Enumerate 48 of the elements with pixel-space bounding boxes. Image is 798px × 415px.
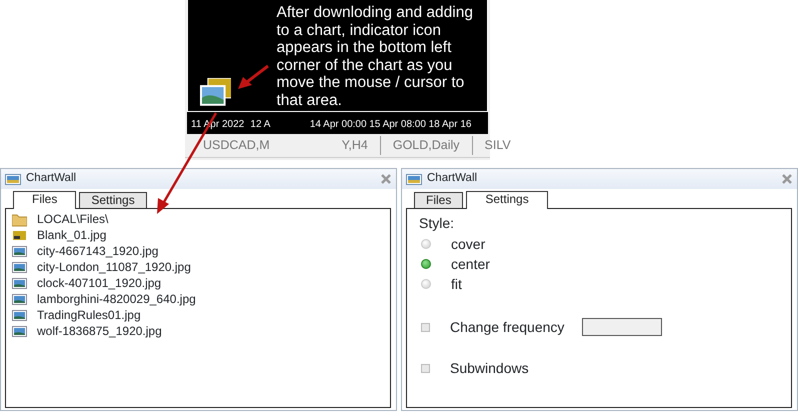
file-name[interactable]: Blank_01.jpg <box>37 226 106 244</box>
window-title: ChartWall <box>427 171 478 186</box>
file-name[interactable]: clock-407101_1920.jpg <box>37 274 162 292</box>
checkbox[interactable] <box>421 322 430 332</box>
symbol-tab[interactable]: GOLD,Daily <box>380 136 460 155</box>
radio-label: cover <box>451 234 486 254</box>
axis-label: 18 Apr 16 <box>428 118 472 132</box>
picture-icon[interactable] <box>200 78 232 106</box>
axis-label: 15 Apr 08:00 <box>369 118 427 132</box>
app-icon <box>5 172 21 186</box>
close-icon[interactable] <box>781 173 793 185</box>
arrow <box>238 64 269 89</box>
radio-button[interactable] <box>421 259 431 269</box>
symbol-tab[interactable]: SILV <box>472 136 511 155</box>
symbol-tab[interactable]: USDCAD,M <box>203 136 270 155</box>
file-name[interactable]: city-4667143_1920.jpg <box>37 242 158 260</box>
checkbox[interactable] <box>421 364 430 372</box>
image-icon <box>12 260 27 274</box>
file-name[interactable]: TradingRules01.jpg <box>37 306 141 324</box>
tab[interactable]: Settings <box>466 191 548 209</box>
image-icon <box>12 276 27 290</box>
symbol-tab[interactable]: Y,H4 <box>342 136 368 155</box>
annotation-text: After downloding and adding to a chart, indicator icon appears in the bottom left corner of the chart as you move the mouse / cursor to that area. <box>276 4 474 110</box>
file-name[interactable]: city-London_11087_1920.jpg <box>37 258 191 276</box>
image-icon <box>12 308 27 322</box>
folder-icon <box>12 212 27 226</box>
close-icon[interactable] <box>380 173 392 185</box>
checkbox-label: Subwindows <box>450 358 529 378</box>
window-title: ChartWall <box>26 171 78 186</box>
style-label: Style: <box>419 214 456 233</box>
app-icon <box>406 172 422 186</box>
image-icon <box>12 244 27 258</box>
tab[interactable]: Files <box>13 191 76 209</box>
radio-label: center <box>451 254 490 274</box>
radio-button[interactable] <box>421 279 431 289</box>
axis-label: 14 Apr 00:00 <box>310 118 368 132</box>
radio-button[interactable] <box>421 239 431 249</box>
tab[interactable]: Files <box>414 192 464 208</box>
file-name[interactable]: wolf-1836875_1920.jpg <box>37 322 162 340</box>
radio-label: fit <box>451 274 462 294</box>
file-name[interactable]: LOCAL\Files\ <box>37 210 108 228</box>
file-name[interactable]: lamborghini-4820029_640.jpg <box>37 290 196 308</box>
axis-label: 12 A <box>250 118 272 132</box>
checkbox-label: Change frequency <box>450 318 564 337</box>
tab[interactable]: Settings <box>79 192 147 208</box>
image-icon <box>12 324 27 338</box>
image-icon <box>12 292 27 306</box>
input-field[interactable] <box>582 318 662 336</box>
